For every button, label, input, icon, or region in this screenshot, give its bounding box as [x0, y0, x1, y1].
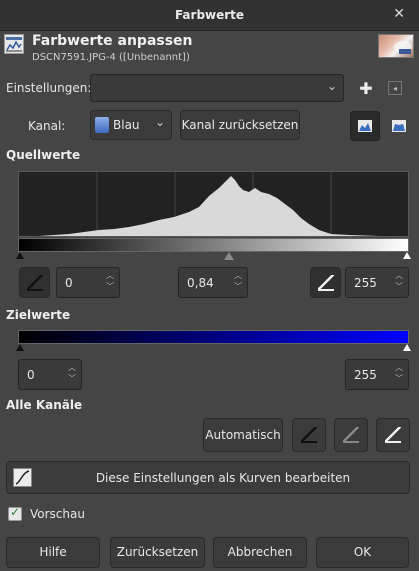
spin-arrows-icon[interactable]: ︿ ﹀: [233, 270, 243, 292]
low-input-field[interactable]: 0 ︿ ﹀: [56, 267, 120, 298]
eyedropper-icon: [301, 427, 317, 443]
low-output-field[interactable]: 0 ︿ ﹀: [18, 359, 82, 390]
settings-dropdown[interactable]: ⌄: [90, 74, 344, 102]
high-output-value: 255: [354, 368, 377, 382]
chevron-down-icon: ⌄: [326, 79, 337, 93]
log-histogram-icon[interactable]: [384, 111, 414, 141]
channel-dropdown[interactable]: Blau ⌄: [90, 110, 172, 140]
ok-button[interactable]: OK: [316, 537, 409, 568]
low-input-value: 0: [65, 276, 73, 290]
high-output-handle[interactable]: [403, 344, 411, 351]
gamma-handle[interactable]: [224, 252, 234, 260]
reset-button[interactable]: Zurücksetzen: [110, 537, 205, 568]
window-titlebar: Farbwerte ✕: [0, 0, 419, 31]
target-values-heading: Zielwerte: [6, 308, 71, 322]
linear-histogram-icon[interactable]: [350, 111, 380, 141]
eyedropper-icon: [26, 275, 43, 291]
high-input-handle[interactable]: [403, 252, 411, 259]
source-values-heading: Quellwerte: [6, 148, 81, 162]
add-icon[interactable]: ✚: [358, 79, 374, 98]
output-gradient-bar: [18, 330, 409, 344]
low-output-handle[interactable]: [16, 344, 24, 351]
low-output-value: 0: [27, 368, 35, 382]
dialog-title: Farbwerte anpassen: [32, 33, 193, 49]
channel-icon: [95, 117, 109, 133]
help-button[interactable]: Hilfe: [6, 537, 100, 568]
close-icon[interactable]: ✕: [393, 6, 405, 22]
cancel-button[interactable]: Abbrechen: [213, 537, 307, 568]
high-output-field[interactable]: 255 ︿ ﹀: [345, 359, 409, 390]
eyedropper-icon: [317, 275, 334, 291]
curves-icon: [13, 468, 32, 487]
spin-arrows-icon[interactable]: ︿ ﹀: [394, 362, 404, 384]
low-input-handle[interactable]: [16, 252, 24, 259]
pick-white-all-button[interactable]: [376, 418, 410, 452]
checkmark-icon: ✓: [10, 505, 21, 519]
image-name: DSCN7591.JPG-4 ([Unbenannt]): [32, 52, 190, 63]
chevron-down-icon: ⌄: [154, 115, 165, 129]
gamma-field[interactable]: 0,84 ︿ ﹀: [178, 267, 248, 298]
histogram: [18, 171, 409, 237]
edit-as-curves-label: Diese Einstellungen als Kurven bearbeite…: [95, 471, 351, 485]
spin-arrows-icon[interactable]: ︿ ﹀: [394, 270, 404, 292]
edit-as-curves-button[interactable]: Diese Einstellungen als Kurven bearbeite…: [6, 461, 410, 494]
channel-value: Blau: [113, 118, 140, 132]
preview-label: Vorschau: [30, 507, 85, 521]
eyedropper-icon: [385, 427, 401, 443]
levels-icon: [4, 34, 24, 54]
pick-white-point-button[interactable]: [310, 267, 341, 298]
high-input-field[interactable]: 255 ︿ ﹀: [345, 267, 409, 298]
channel-label: Kanal:: [28, 119, 66, 133]
window-title: Farbwerte: [174, 8, 245, 22]
settings-label: Einstellungen:: [6, 81, 92, 95]
input-gradient-bar: [18, 238, 409, 252]
menu-icon[interactable]: ◂: [388, 81, 402, 95]
gamma-value: 0,84: [187, 276, 214, 290]
spin-arrows-icon[interactable]: ︿ ﹀: [105, 270, 115, 292]
auto-button[interactable]: Automatisch: [203, 418, 283, 452]
high-input-value: 255: [354, 276, 377, 290]
preview-checkbox[interactable]: ✓: [8, 505, 22, 521]
all-channels-heading: Alle Kanäle: [6, 398, 83, 412]
spin-arrows-icon[interactable]: ︿ ﹀: [67, 362, 77, 384]
pick-gray-all-button[interactable]: [334, 418, 368, 452]
pick-black-point-button[interactable]: [19, 267, 50, 298]
image-thumbnail: [378, 34, 414, 58]
pick-black-all-button[interactable]: [292, 418, 326, 452]
eyedropper-icon: [343, 427, 359, 443]
reset-channel-button[interactable]: Kanal zurücksetzen: [180, 110, 300, 140]
